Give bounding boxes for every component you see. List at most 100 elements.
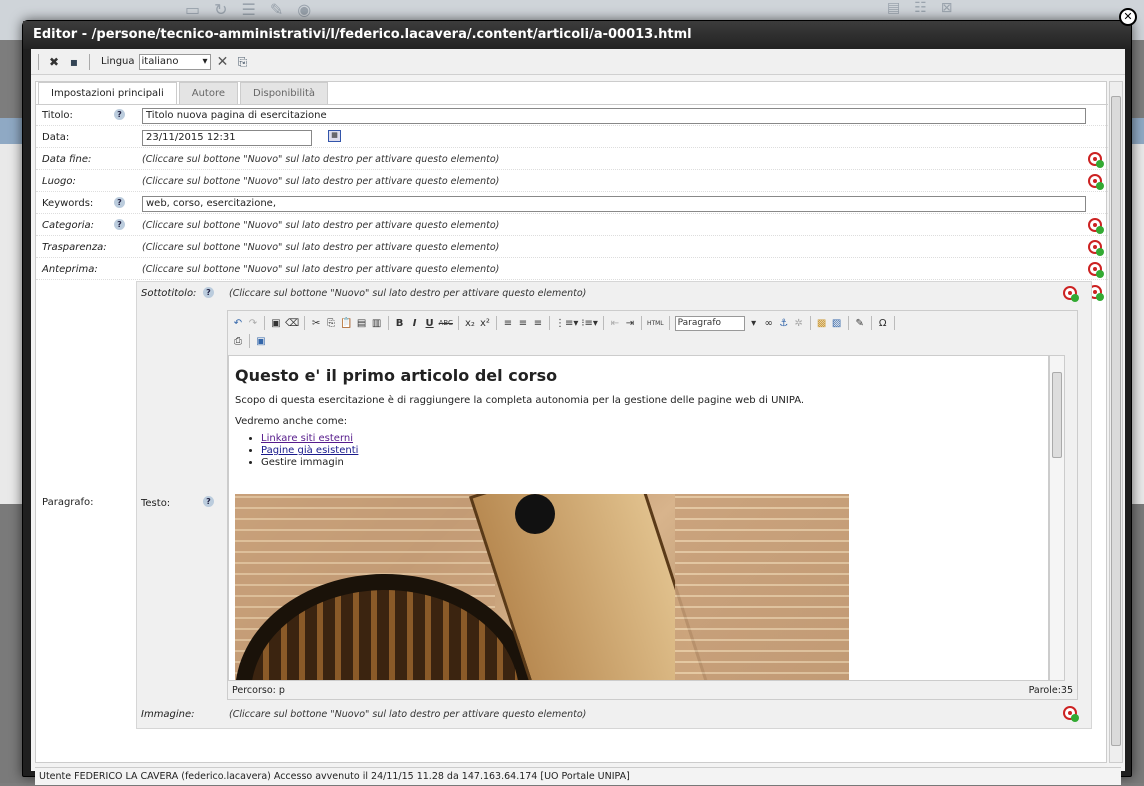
calendar-icon[interactable]: ▦ (328, 130, 341, 142)
edit-icon: ✎ (269, 0, 284, 19)
content-link[interactable]: Pagine già esistenti (261, 445, 358, 456)
cut-icon[interactable]: ✂ (310, 318, 322, 329)
new-element-button[interactable] (1063, 286, 1079, 302)
inactive-message: (Cliccare sul bottone "Nuovo" sul lato d… (142, 242, 500, 253)
html-source-icon[interactable]: HTML (647, 320, 664, 327)
content-list: Linkare siti esterni Pagine già esistent… (261, 433, 1042, 468)
tab-availability[interactable]: Disponibilità (240, 82, 329, 104)
editor-scroll-thumb[interactable] (1052, 372, 1062, 458)
language-value: italiano (141, 56, 179, 67)
close-window-button[interactable]: ✕ (1119, 8, 1137, 26)
align-left-icon[interactable]: ≡ (502, 318, 514, 329)
trasparenza-label: Trasparenza: (42, 242, 107, 253)
help-icon[interactable]: ? (114, 109, 125, 120)
new-element-button[interactable] (1063, 706, 1079, 722)
redo-icon[interactable]: ↷ (247, 318, 259, 329)
editor-toolbar: ↶ ↷ ▣ ⌫ ✂ ⎘ 📋 ▤ ▥ B I U ABC x₂ x² ≡ ≡ ≡ … (228, 311, 1077, 351)
content-paragraph: Scopo di questa esercitazione è di raggi… (235, 395, 805, 406)
edit-form-icon[interactable]: ✎ (854, 318, 866, 329)
new-element-button[interactable] (1088, 218, 1104, 234)
ordered-list-icon[interactable]: ⋮≡▾ (555, 318, 578, 329)
content-area: Impostazioni principali Autore Disponibi… (35, 81, 1108, 763)
inactive-message: (Cliccare sul bottone "Nuovo" sul lato d… (142, 264, 500, 275)
photo-lamp (515, 494, 555, 534)
paragrafo-block: Paragrafo: Sottotitolo: ? (Cliccare sul … (36, 281, 1108, 731)
language-select[interactable]: italiano ▾ (138, 53, 211, 70)
paragrafo-label: Paragrafo: (42, 497, 94, 508)
fullscreen-icon[interactable]: ▣ (255, 336, 267, 347)
row-anteprima: Anteprima: (Cliccare sul bottone "Nuovo"… (36, 259, 1108, 280)
list-item: Linkare siti esterni (261, 433, 1042, 444)
main-toolbar: ✖ ▪ Lingua italiano ▾ ✕ ⎘ (31, 49, 1125, 75)
new-element-button[interactable] (1088, 152, 1104, 168)
help-icon[interactable]: ? (114, 219, 125, 230)
paste-icon[interactable]: 📋 (340, 318, 352, 329)
chevron-down-icon: ▾ (202, 56, 208, 67)
paste-text-icon[interactable]: ▤ (356, 318, 368, 329)
anchor-icon[interactable]: ⚓ (778, 318, 790, 329)
strikethrough-icon[interactable]: ABC (439, 319, 453, 327)
print-icon[interactable]: ⎙ (232, 336, 244, 347)
insert-gallery-icon[interactable]: ▨ (831, 318, 843, 329)
help-icon[interactable]: ? (203, 496, 214, 507)
editor-content[interactable]: Questo e' il primo articolo del corso Sc… (228, 355, 1049, 681)
row-keywords: Keywords: ? web, corso, esercitazione, (36, 193, 1108, 214)
row-data-fine: Data fine: (Cliccare sul bottone "Nuovo"… (36, 149, 1108, 170)
content-link[interactable]: Linkare siti esterni (261, 433, 353, 444)
copy-language-icon[interactable]: ⎘ (235, 54, 251, 70)
tab-author[interactable]: Autore (178, 82, 239, 104)
subscript-icon[interactable]: x₂ (464, 318, 476, 329)
row-categoria: Categoria: ? (Cliccare sul bottone "Nuov… (36, 215, 1108, 236)
immagine-label: Immagine: (141, 709, 195, 720)
select-all-icon[interactable]: ▣ (270, 318, 282, 329)
undo-icon[interactable]: ↶ (232, 318, 244, 329)
titolo-input[interactable]: Titolo nuova pagina di esercitazione (142, 108, 1086, 124)
list-item: Pagine già esistenti (261, 445, 1042, 456)
delete-language-icon[interactable]: ✕ (215, 54, 231, 70)
unordered-list-icon[interactable]: ⁝≡▾ (581, 318, 598, 329)
row-data: Data: 23/11/2015 12:31 ▦ (36, 127, 1108, 148)
target-icon: ◉ (297, 0, 312, 19)
underline-icon[interactable]: U (424, 318, 436, 329)
testo-label: Testo: (141, 498, 171, 509)
keywords-label: Keywords: (42, 198, 94, 209)
row-trasparenza: Trasparenza: (Cliccare sul bottone "Nuov… (36, 237, 1108, 258)
help-icon[interactable]: ? (203, 287, 214, 298)
superscript-icon[interactable]: x² (479, 318, 491, 329)
content-paragraph: Vedremo anche come: (235, 416, 348, 427)
editor-scrollbar[interactable] (1049, 355, 1065, 681)
align-right-icon[interactable]: ≡ (532, 318, 544, 329)
data-input[interactable]: 23/11/2015 12:31 (142, 130, 312, 146)
panel-icon: ▤ (887, 0, 901, 16)
new-element-button[interactable] (1088, 174, 1104, 190)
format-select[interactable]: Paragrafo (674, 315, 745, 331)
save-icon[interactable]: ▪ (66, 54, 82, 70)
form: Titolo: ? Titolo nuova pagina di esercit… (36, 104, 1108, 760)
bold-icon[interactable]: B (394, 318, 406, 329)
new-element-button[interactable] (1088, 240, 1104, 256)
tab-main-settings[interactable]: Impostazioni principali (38, 82, 177, 104)
eraser-icon[interactable]: ⌫ (285, 318, 299, 329)
outdent-icon[interactable]: ⇤ (609, 318, 621, 329)
indent-icon[interactable]: ⇥ (624, 318, 636, 329)
paste-word-icon[interactable]: ▥ (371, 318, 383, 329)
special-char-icon[interactable]: Ω (877, 318, 889, 329)
chevron-down-icon[interactable]: ▾ (748, 318, 760, 329)
keywords-input[interactable]: web, corso, esercitazione, (142, 196, 1086, 212)
photo-wall-right (675, 494, 849, 680)
new-element-button[interactable] (1088, 262, 1104, 278)
insert-image-icon[interactable]: ▩ (816, 318, 828, 329)
link-icon[interactable]: ∞ (763, 318, 775, 329)
status-bar: Utente FEDERICO LA CAVERA (federico.laca… (35, 767, 1121, 785)
copy-icon[interactable]: ⎘ (325, 318, 337, 329)
italic-icon[interactable]: I (409, 318, 421, 329)
help-icon[interactable]: ? (114, 197, 125, 208)
content-image[interactable] (235, 494, 849, 680)
unlink-icon[interactable]: ✲ (793, 318, 805, 329)
data-label: Data: (42, 132, 70, 143)
save-exit-icon[interactable]: ✖ (46, 54, 62, 70)
align-center-icon[interactable]: ≡ (517, 318, 529, 329)
main-scroll-thumb[interactable] (1111, 96, 1121, 746)
main-scrollbar[interactable] (1109, 81, 1123, 763)
row-luogo: Luogo: (Cliccare sul bottone "Nuovo" sul… (36, 171, 1108, 192)
